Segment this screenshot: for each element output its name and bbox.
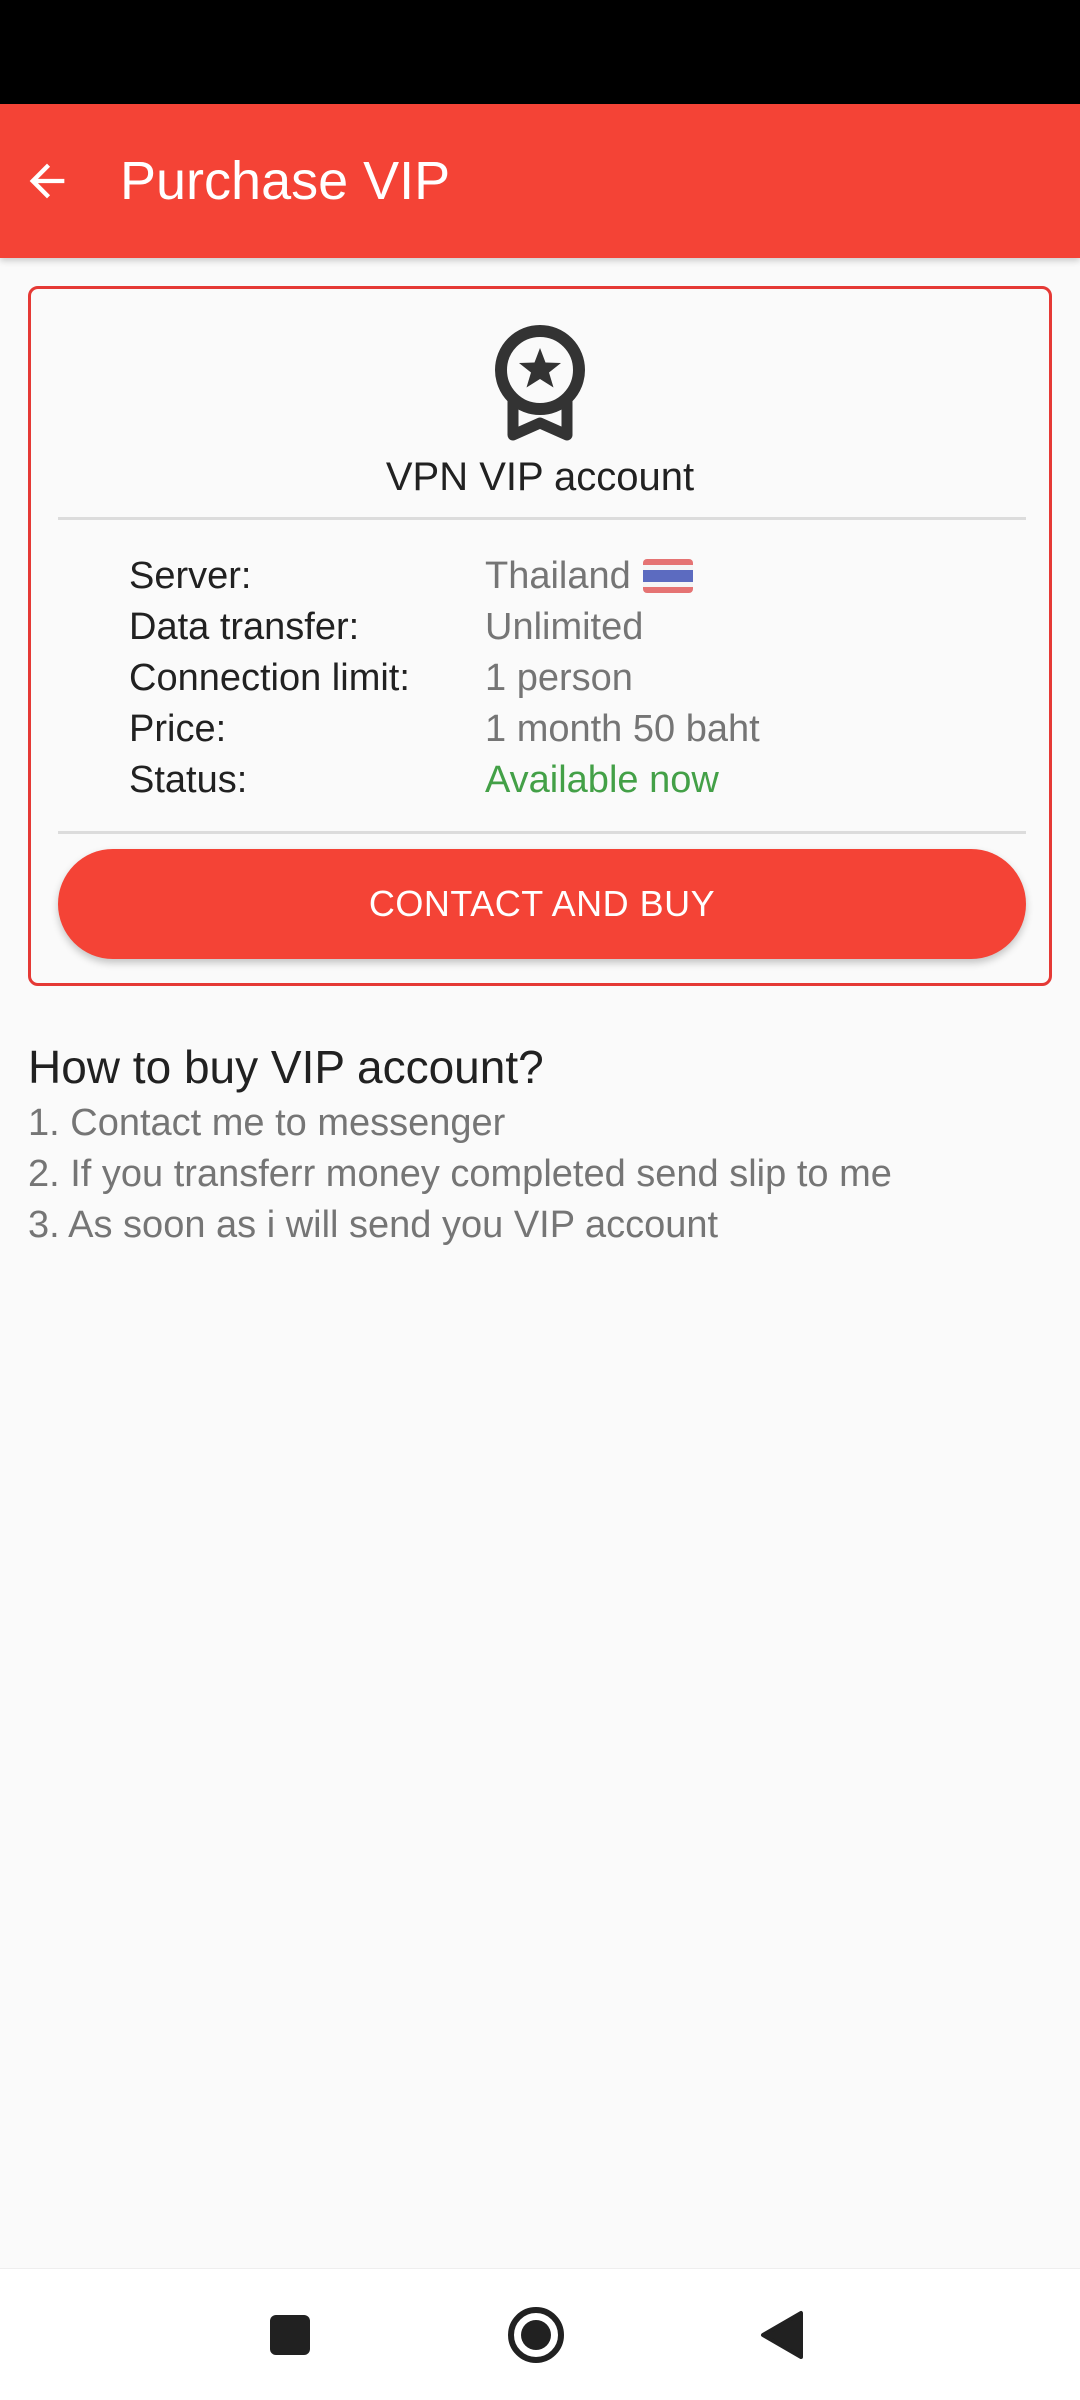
how-to-buy-title: How to buy VIP account? [28, 1041, 544, 1093]
connection-limit-label: Connection limit: [129, 656, 410, 699]
medal-star-icon [495, 325, 585, 441]
vip-account-card: VPN VIP account Server: Thailand Data tr… [28, 286, 1052, 986]
info-row-connection-limit: Connection limit: 1 person [129, 653, 989, 703]
info-row-data-transfer: Data transfer: Unlimited [129, 602, 989, 652]
info-row-price: Price: 1 month 50 baht [129, 704, 989, 754]
recents-button[interactable] [230, 2269, 350, 2400]
contact-and-buy-button[interactable]: CONTACT AND BUY [58, 849, 1026, 959]
home-button[interactable] [476, 2269, 596, 2400]
data-transfer-label: Data transfer: [129, 605, 360, 648]
info-row-status: Status: Available now [129, 755, 989, 805]
page-title: Purchase VIP [120, 151, 451, 211]
back-triangle-icon [761, 2311, 803, 2359]
status-bar [0, 0, 1080, 104]
card-title: VPN VIP account [385, 455, 695, 499]
data-transfer-value: Unlimited [485, 605, 644, 648]
system-back-button[interactable] [722, 2269, 842, 2400]
info-row-server: Server: Thailand [129, 551, 989, 601]
recents-square-icon [270, 2315, 310, 2355]
how-to-step: 1. Contact me to messenger [28, 1102, 506, 1144]
price-value: 1 month 50 baht [485, 707, 760, 750]
how-to-step: 2. If you transferr money completed send… [28, 1153, 892, 1195]
server-value-container: Thailand [485, 555, 693, 598]
app-bar: Purchase VIP [0, 104, 1080, 258]
price-label: Price: [129, 707, 227, 750]
server-value: Thailand [485, 554, 631, 597]
status-label: Status: [129, 758, 248, 801]
home-circle-icon [508, 2307, 564, 2363]
system-navigation-bar [0, 2268, 1080, 2400]
thailand-flag-icon [642, 559, 693, 593]
divider [58, 831, 1026, 834]
server-label: Server: [129, 554, 252, 597]
connection-limit-value: 1 person [485, 656, 633, 699]
arrow-back-icon [29, 163, 65, 199]
back-button[interactable] [2, 136, 92, 226]
divider [58, 517, 1026, 520]
how-to-step: 3. As soon as i will send you VIP accoun… [28, 1204, 719, 1246]
status-value: Available now [485, 758, 719, 801]
